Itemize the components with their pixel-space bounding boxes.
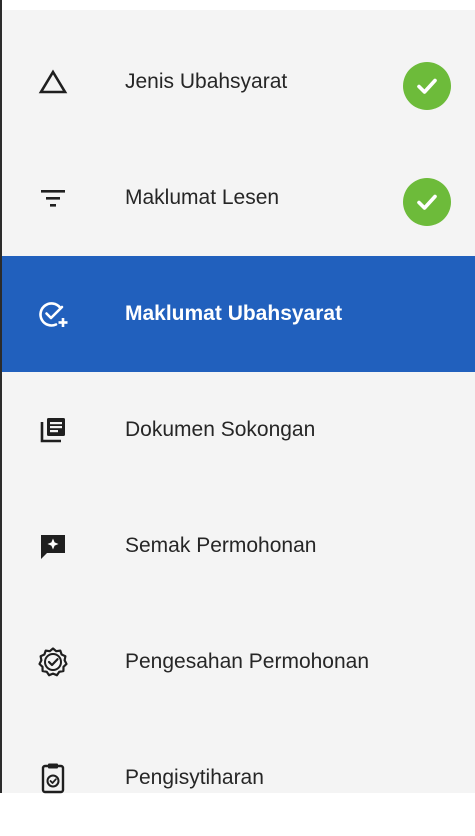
nav-item-maklumat-ubahsyarat[interactable]: Maklumat Ubahsyarat [2, 256, 475, 372]
top-strip [2, 0, 475, 10]
nav-item-label: Dokumen Sokongan [125, 418, 316, 441]
check-circle-plus-icon [36, 297, 70, 331]
nav-item-semak-permohonan[interactable]: Semak Permohonan [2, 488, 475, 604]
nav-item-dokumen-sokongan[interactable]: Dokumen Sokongan [2, 372, 475, 488]
chat-sparkle-icon [36, 529, 70, 563]
clipboard-check-icon [36, 761, 70, 795]
nav-item-label: Jenis Ubahsyarat [125, 70, 288, 93]
document-stack-icon [36, 413, 70, 447]
completed-check-icon [403, 178, 451, 226]
nav-item-jenis-ubahsyarat[interactable]: Jenis Ubahsyarat [2, 24, 475, 140]
nav-item-label: Maklumat Ubahsyarat [125, 302, 343, 325]
nav-item-label: Semak Permohonan [125, 534, 317, 557]
nav-item-pengesahan-permohonan[interactable]: Pengesahan Permohonan [2, 604, 475, 720]
step-sidebar: Jenis Ubahsyarat Maklumat Lesen Maklumat… [0, 0, 475, 794]
triangle-outline-icon [36, 65, 70, 99]
nav-item-maklumat-lesen[interactable]: Maklumat Lesen [2, 140, 475, 256]
nav-item-label: Maklumat Lesen [125, 186, 280, 209]
nav-item-label: Pengisytiharan [125, 766, 264, 789]
nav-item-pengisytiharan[interactable]: Pengisytiharan [2, 720, 475, 836]
verified-badge-icon [36, 645, 70, 679]
completed-check-icon [403, 62, 451, 110]
nav-item-label: Pengesahan Permohonan [125, 650, 370, 673]
filter-lines-icon [36, 181, 70, 215]
step-nav: Jenis Ubahsyarat Maklumat Lesen Maklumat… [2, 24, 475, 836]
